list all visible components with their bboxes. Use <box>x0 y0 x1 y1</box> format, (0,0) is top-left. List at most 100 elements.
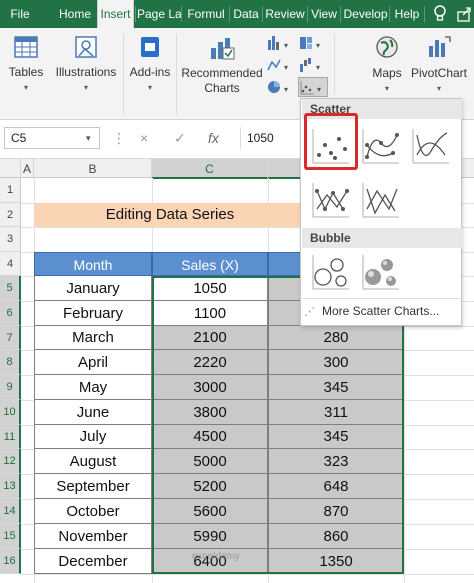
third-cell[interactable]: 860 <box>268 524 404 549</box>
third-cell[interactable]: 1350 <box>268 549 404 574</box>
tab-review[interactable]: Review <box>264 0 306 28</box>
scatter-straight-lines-markers-option[interactable] <box>309 179 353 221</box>
sales-cell[interactable]: 1100 <box>152 301 268 326</box>
month-cell[interactable]: January <box>34 276 152 301</box>
waterfall-chart-icon[interactable]: ▾ <box>298 56 326 74</box>
row-header[interactable]: 14 <box>0 499 21 524</box>
scatter-straight-lines-option[interactable] <box>359 179 403 221</box>
select-all-corner[interactable] <box>0 159 21 179</box>
column-chart-icon[interactable]: ▾ <box>266 34 294 52</box>
month-cell[interactable]: December <box>34 549 152 574</box>
month-cell[interactable]: May <box>34 375 152 400</box>
maps-label: Maps <box>372 66 402 80</box>
tab-file[interactable]: File <box>0 0 40 28</box>
third-cell[interactable]: 345 <box>268 425 404 449</box>
row-header[interactable]: 10 <box>0 400 21 425</box>
scatter-smooth-lines-markers-option[interactable] <box>359 125 403 167</box>
row-header[interactable]: 4 <box>0 252 21 276</box>
tab-data[interactable]: Data <box>231 0 261 28</box>
addins-label: Add-ins <box>129 65 171 79</box>
row-header[interactable]: 15 <box>0 524 21 549</box>
row-header[interactable]: 7 <box>0 326 21 350</box>
month-cell[interactable]: April <box>34 350 152 375</box>
enter-icon[interactable]: ✓ <box>174 127 186 149</box>
line-chart-icon[interactable]: ▾ <box>266 56 294 74</box>
month-cell[interactable]: June <box>34 400 152 425</box>
more-charts-icon: ⋰ <box>304 306 315 318</box>
column-header-c[interactable]: C <box>152 159 268 179</box>
3d-bubble-option[interactable] <box>359 251 403 293</box>
sales-cell[interactable]: 4500 <box>152 425 268 449</box>
scatter-smooth-lines-option[interactable] <box>409 125 453 167</box>
excel-window: File Home Insert Page La Formul Data Rev… <box>0 0 474 583</box>
insert-function-icon[interactable]: fx <box>208 127 219 149</box>
tab-insert[interactable]: Insert <box>97 0 134 29</box>
tab-home[interactable]: Home <box>56 0 94 28</box>
bubble-option[interactable] <box>309 251 353 293</box>
row-header[interactable]: 8 <box>0 350 21 375</box>
third-cell[interactable]: 648 <box>268 474 404 499</box>
sheet-title[interactable]: Editing Data Series <box>34 203 306 227</box>
third-cell[interactable]: 280 <box>268 326 404 350</box>
share-icon[interactable] <box>456 5 474 23</box>
third-cell[interactable]: 870 <box>268 499 404 524</box>
cancel-icon[interactable]: × <box>140 127 148 149</box>
tab-developer[interactable]: Develop <box>342 0 389 28</box>
month-cell[interactable]: October <box>34 499 152 524</box>
chevron-down-icon: ▾ <box>384 84 389 93</box>
scatter-chart-button[interactable]: ▾ <box>298 77 328 97</box>
third-cell[interactable]: 345 <box>268 375 404 400</box>
column-header-a[interactable]: A <box>21 159 34 179</box>
month-cell[interactable]: July <box>34 425 152 449</box>
globe-icon <box>374 34 400 63</box>
month-cell[interactable]: September <box>34 474 152 499</box>
illustrations-icon <box>73 34 99 63</box>
sales-cell[interactable]: 1050 <box>152 276 268 301</box>
row-header[interactable]: 6 <box>0 301 21 326</box>
pie-chart-icon[interactable]: ▾ <box>266 78 294 96</box>
month-cell[interactable]: August <box>34 449 152 474</box>
name-box-chevron-icon[interactable]: ▾ <box>86 127 91 149</box>
sales-cell[interactable]: 5000 <box>152 449 268 474</box>
more-scatter-charts-link[interactable]: ⋰ More Scatter Charts... <box>304 302 456 320</box>
chevron-down-icon: ▾ <box>23 83 28 92</box>
hierarchy-chart-icon[interactable]: ▾ <box>298 34 326 52</box>
sales-header[interactable]: Sales (X) <box>152 252 268 276</box>
sales-cell[interactable]: 3000 <box>152 375 268 400</box>
column-header-b[interactable]: B <box>34 159 152 179</box>
row-header[interactable]: 2 <box>0 203 21 227</box>
tables-button[interactable]: Tables ▾ <box>4 28 48 118</box>
sales-cell[interactable]: 5600 <box>152 499 268 524</box>
svg-text:▾: ▾ <box>316 41 320 50</box>
month-cell[interactable]: February <box>34 301 152 326</box>
tab-view[interactable]: View <box>309 0 339 28</box>
row-header[interactable]: 16 <box>0 549 21 574</box>
row-header[interactable]: 5 <box>0 276 21 301</box>
svg-text:▾: ▾ <box>284 85 288 94</box>
sales-cell[interactable]: 5200 <box>152 474 268 499</box>
svg-text:▾: ▾ <box>316 63 320 72</box>
tab-formulas[interactable]: Formul <box>183 0 229 28</box>
sales-cell[interactable]: 5990 <box>152 524 268 549</box>
lightbulb-icon[interactable] <box>432 4 448 24</box>
sales-cell[interactable]: 2100 <box>152 326 268 350</box>
recommended-charts-button[interactable]: Recommended Charts <box>180 28 264 118</box>
month-cell[interactable]: March <box>34 326 152 350</box>
illustrations-button[interactable]: Illustrations ▾ <box>54 28 118 118</box>
sales-cell[interactable]: 3800 <box>152 400 268 425</box>
row-header[interactable]: 11 <box>0 425 21 449</box>
month-cell[interactable]: November <box>34 524 152 549</box>
addins-button[interactable]: Add-ins ▾ <box>128 28 172 118</box>
tab-page-layout[interactable]: Page La <box>137 0 181 28</box>
month-header[interactable]: Month <box>34 252 152 276</box>
row-header[interactable]: 13 <box>0 474 21 499</box>
row-header[interactable]: 1 <box>0 178 21 203</box>
tab-help[interactable]: Help <box>391 0 423 28</box>
row-header[interactable]: 9 <box>0 375 21 400</box>
row-header[interactable]: 3 <box>0 227 21 252</box>
third-cell[interactable]: 300 <box>268 350 404 375</box>
third-cell[interactable]: 311 <box>268 400 404 425</box>
row-header[interactable]: 12 <box>0 449 21 474</box>
third-cell[interactable]: 323 <box>268 449 404 474</box>
sales-cell[interactable]: 2220 <box>152 350 268 375</box>
